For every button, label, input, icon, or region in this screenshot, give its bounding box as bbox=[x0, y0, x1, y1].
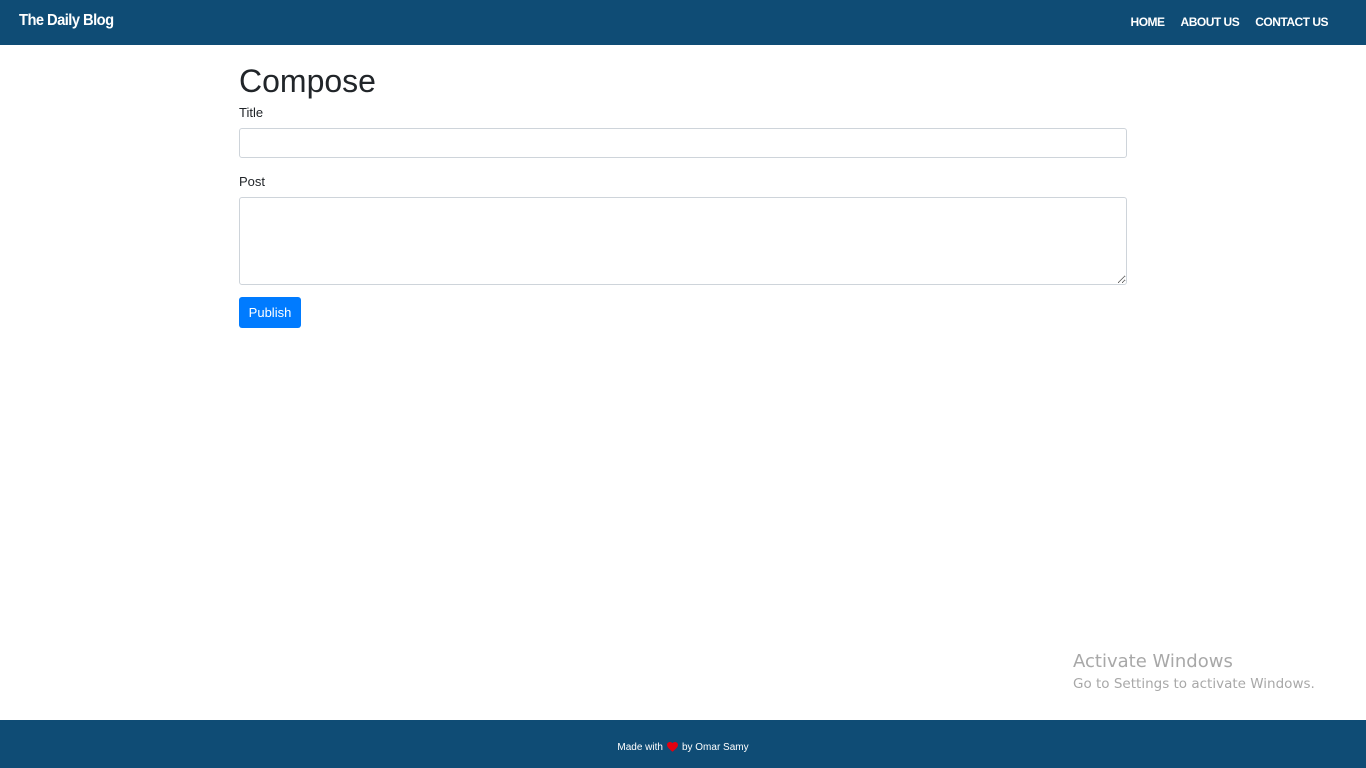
navbar: The Daily Blog HOME ABOUT US CONTACT US bbox=[0, 0, 1366, 45]
title-input[interactable] bbox=[239, 128, 1127, 158]
activate-windows-watermark: Activate Windows Go to Settings to activ… bbox=[1073, 651, 1315, 693]
nav-links: HOME ABOUT US CONTACT US bbox=[1131, 15, 1329, 29]
nav-link-contact-us[interactable]: CONTACT US bbox=[1255, 15, 1328, 29]
compose-form-container: Compose Title Post Publish bbox=[239, 45, 1127, 328]
brand-link[interactable]: The Daily Blog bbox=[19, 12, 114, 30]
title-label: Title bbox=[239, 105, 264, 120]
footer-suffix: by Omar Samy bbox=[681, 741, 749, 753]
nav-link-home[interactable]: HOME bbox=[1131, 15, 1166, 29]
footer: Made with by Omar Samy bbox=[0, 720, 1366, 768]
nav-link-about-us[interactable]: ABOUT US bbox=[1181, 15, 1240, 29]
page-title: Compose bbox=[239, 63, 376, 99]
watermark-title: Activate Windows bbox=[1073, 651, 1233, 672]
heart-icon bbox=[666, 742, 678, 752]
post-label: Post bbox=[239, 174, 266, 189]
footer-prefix: Made with bbox=[617, 741, 663, 753]
watermark-subtitle: Go to Settings to activate Windows. bbox=[1073, 676, 1315, 692]
post-textarea[interactable] bbox=[239, 197, 1127, 285]
publish-button[interactable]: Publish bbox=[239, 297, 301, 328]
footer-credit: Made with by Omar Samy bbox=[617, 742, 748, 753]
page: The Daily Blog HOME ABOUT US CONTACT US … bbox=[0, 0, 1366, 768]
